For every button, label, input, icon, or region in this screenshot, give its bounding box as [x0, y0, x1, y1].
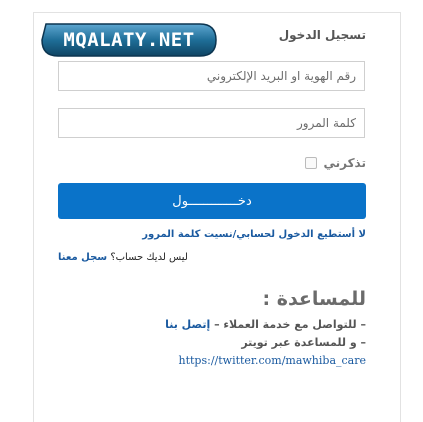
remember-me-checkbox[interactable]: [305, 157, 318, 169]
contact-us-link[interactable]: إتصل بنا: [165, 318, 210, 331]
help-title: للمساعدة :: [262, 288, 366, 310]
remember-me-row[interactable]: تذكرني: [305, 154, 366, 172]
twitter-link[interactable]: https://twitter.com/mawhiba_care: [179, 354, 367, 367]
customer-service-text: – للتواصل مع خدمة العملاء –: [210, 318, 366, 331]
logo-text: MQALATY.NET: [63, 29, 195, 51]
site-logo: MQALATY.NET: [40, 22, 218, 58]
forgot-password-link[interactable]: لا أستطيع الدخول لحسابي/نسيت كلمة المرور: [142, 229, 366, 240]
help-line-twitter: – و للمساعدة عبر تويتر: [241, 336, 366, 349]
help-line-customer-service: – للتواصل مع خدمة العملاء – إتصل بنا: [165, 318, 366, 331]
login-title: تسجيل الدخول: [278, 28, 366, 42]
password-input[interactable]: [58, 108, 365, 138]
register-link[interactable]: سجل معنا: [58, 252, 107, 263]
login-button[interactable]: دخـــــــــــــول: [58, 183, 366, 219]
remember-me-label: تذكرني: [323, 156, 366, 170]
no-account-text: ليس لديك حساب؟: [110, 252, 188, 263]
register-row: ليس لديك حساب؟ سجل معنا: [58, 252, 188, 263]
id-or-email-input[interactable]: [58, 61, 365, 91]
